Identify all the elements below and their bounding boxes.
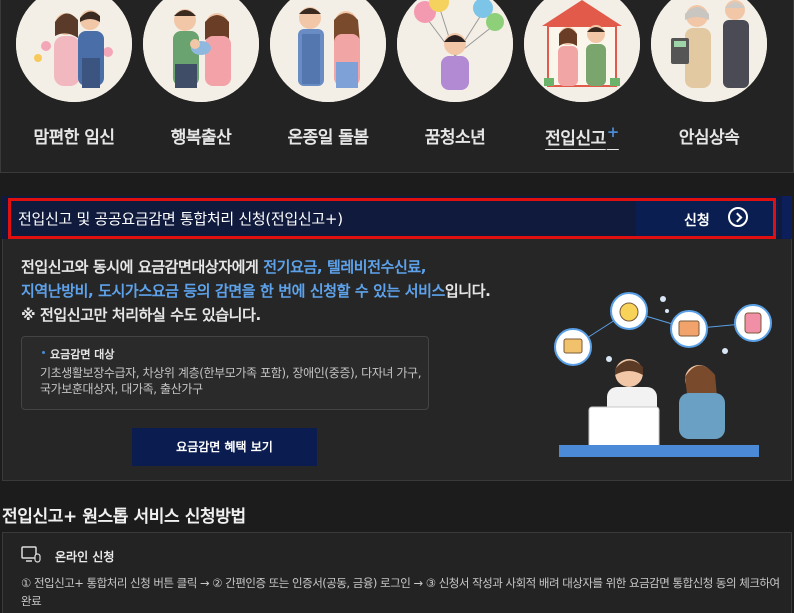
banner-title: 전입신고 및 공공요금감면 통합처리 신청(전입신고+)	[18, 210, 343, 228]
category-label: 맘편한 임신	[33, 128, 115, 148]
category-panel: 맘편한 임신 행복출산 온종일 돌봄 꿈청소년 전입신고+ 안심상속	[0, 0, 794, 173]
apply-button[interactable]: 신청	[636, 200, 778, 236]
pregnancy-illustration	[16, 0, 132, 102]
service-banner: 전입신고 및 공공요금감면 통합처리 신청(전입신고+) 신청	[2, 196, 792, 239]
move-in-illustration	[524, 0, 640, 102]
care-illustration	[270, 0, 386, 102]
online-title: 온라인 신청	[55, 550, 115, 564]
online-steps: ① 전입신고+ 통합처리 신청 버튼 클릭 → ② 간편인증 또는 인증서(공동…	[21, 576, 780, 608]
category-youth[interactable]: 꿈청소년	[392, 0, 518, 160]
inheritance-illustration	[651, 0, 767, 102]
description-panel: 전입신고와 동시에 요금감면대상자에게 전기요금, 텔레비전수신료, 지역난방비…	[2, 239, 792, 481]
category-label: 꿈청소년	[424, 128, 486, 148]
category-care[interactable]: 온종일 돌봄	[265, 0, 391, 160]
info-title: 요금감면 대상	[42, 348, 115, 361]
chevron-right-icon	[728, 207, 748, 227]
category-move-in[interactable]: 전입신고+	[519, 0, 645, 160]
discount-target-box: 요금감면 대상 기초생활보장수급자, 차상위 계층(한부모가족 포함), 장애인…	[21, 336, 429, 410]
apply-label: 신청	[684, 213, 710, 229]
category-label: 안심상속	[678, 128, 740, 148]
category-label: 행복출산	[170, 128, 232, 148]
desc-highlight: 전기요금, 텔레비전수신료,	[263, 258, 427, 276]
service-illustration	[539, 287, 781, 457]
view-benefits-button[interactable]: 요금감면 혜택 보기	[132, 428, 317, 466]
youth-illustration	[397, 0, 513, 102]
category-pregnancy[interactable]: 맘편한 임신	[11, 0, 137, 160]
method-box: 온라인 신청 ① 전입신고+ 통합처리 신청 버튼 클릭 → ② 간편인증 또는…	[2, 532, 792, 613]
desc-note: ※ 전입신고만 처리하실 수도 있습니다.	[21, 306, 261, 324]
desc-text: 전입신고와 동시에 요금감면대상자에게	[21, 258, 264, 276]
category-label: 전입신고	[545, 129, 606, 149]
service-description: 전입신고와 동시에 요금감면대상자에게 전기요금, 텔레비전수신료, 지역난방비…	[21, 255, 581, 327]
info-body: 기초생활보장수급자, 차상위 계층(한부모가족 포함), 장애인(중증), 다자…	[40, 366, 422, 396]
category-birth[interactable]: 행복출산	[138, 0, 264, 160]
desc-text: 입니다.	[444, 282, 491, 300]
category-label: 온종일 돌봄	[287, 128, 369, 148]
category-inheritance[interactable]: 안심상속	[646, 0, 772, 160]
plus-mark: +	[606, 123, 620, 141]
birth-illustration	[143, 0, 259, 102]
desc-highlight: 지역난방비, 도시가스요금 등의 감면을 한 번에 신청할 수 있는 서비스	[21, 282, 445, 300]
computer-mouse-icon	[21, 546, 41, 564]
method-title: 전입신고+ 원스톱 서비스 신청방법	[2, 507, 246, 527]
